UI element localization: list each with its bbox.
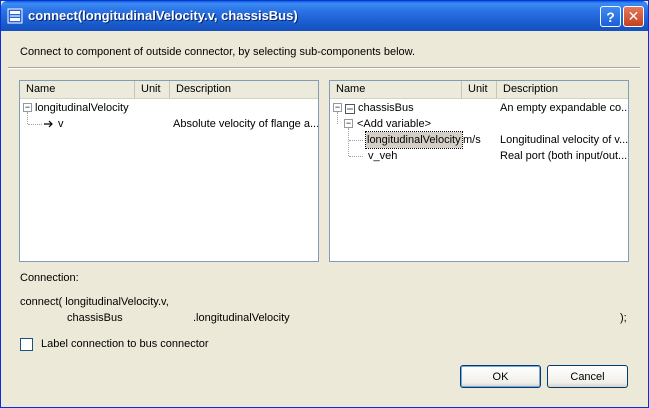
row-description: Real port (both input/out... <box>500 150 628 162</box>
row-name: <Add variable> <box>357 118 431 130</box>
tree-row[interactable]: − longitudinalVelocity <box>20 100 318 116</box>
checkbox-label[interactable]: Label connection to bus connector <box>41 338 209 350</box>
column-header-description[interactable]: Description <box>170 81 318 98</box>
separator <box>8 67 640 69</box>
row-name: v <box>58 118 64 130</box>
close-button[interactable]: ✕ <box>623 6 644 27</box>
instruction-text: Connect to component of outside connecto… <box>20 46 416 58</box>
connection-end: ); <box>620 312 627 324</box>
column-header-description[interactable]: Description <box>497 81 628 98</box>
tree-row[interactable]: − <Add variable> <box>330 116 628 132</box>
right-tree-panel[interactable]: Name Unit Description − chassisBus An em… <box>329 80 629 262</box>
connection-member: .longitudinalVelocity <box>193 312 290 324</box>
row-unit: m/s <box>463 134 481 146</box>
collapse-icon[interactable]: − <box>344 119 353 128</box>
help-button[interactable]: ? <box>600 6 621 27</box>
window-title: connect(longitudinalVelocity.v, chassisB… <box>28 8 298 23</box>
column-header-name[interactable]: Name <box>330 81 462 98</box>
right-tree-header: Name Unit Description <box>330 81 628 99</box>
column-header-unit[interactable]: Unit <box>462 81 497 98</box>
label-connection-checkbox[interactable] <box>20 338 33 351</box>
port-icon <box>43 116 55 132</box>
row-name: v_veh <box>368 150 398 162</box>
help-icon: ? <box>606 8 615 25</box>
row-description: An empty expandable co... <box>500 102 628 114</box>
tree-row[interactable]: − chassisBus An empty expandable co... <box>330 100 628 116</box>
connection-label: Connection: <box>20 272 79 284</box>
row-name: longitudinalVelocity <box>365 131 463 149</box>
tree-row[interactable]: v_veh Real port (both input/out... <box>330 148 628 164</box>
tree-row-selected[interactable]: longitudinalVelocity m/s Longitudinal ve… <box>330 131 628 149</box>
connection-line1: connect( longitudinalVelocity.v, <box>20 296 169 308</box>
left-tree-panel[interactable]: Name Unit Description − longitudinalVelo… <box>19 80 319 262</box>
row-name: chassisBus <box>358 102 414 114</box>
row-name: longitudinalVelocity <box>35 102 129 114</box>
left-tree-header: Name Unit Description <box>20 81 318 99</box>
cancel-button[interactable]: Cancel <box>547 365 628 388</box>
close-icon: ✕ <box>627 8 640 24</box>
row-description: Absolute velocity of flange a... <box>173 118 318 130</box>
collapse-icon[interactable]: − <box>333 103 342 112</box>
title-bar[interactable]: connect(longitudinalVelocity.v, chassisB… <box>1 1 648 31</box>
row-description: Longitudinal velocity of v... <box>500 134 628 146</box>
connection-bus: chassisBus <box>67 312 123 324</box>
column-header-unit[interactable]: Unit <box>135 81 170 98</box>
ok-button[interactable]: OK <box>460 365 541 388</box>
column-header-name[interactable]: Name <box>20 81 135 98</box>
tree-row[interactable]: v Absolute velocity of flange a... <box>20 116 318 132</box>
collapse-icon[interactable]: − <box>23 103 32 112</box>
connector-icon <box>7 8 23 24</box>
